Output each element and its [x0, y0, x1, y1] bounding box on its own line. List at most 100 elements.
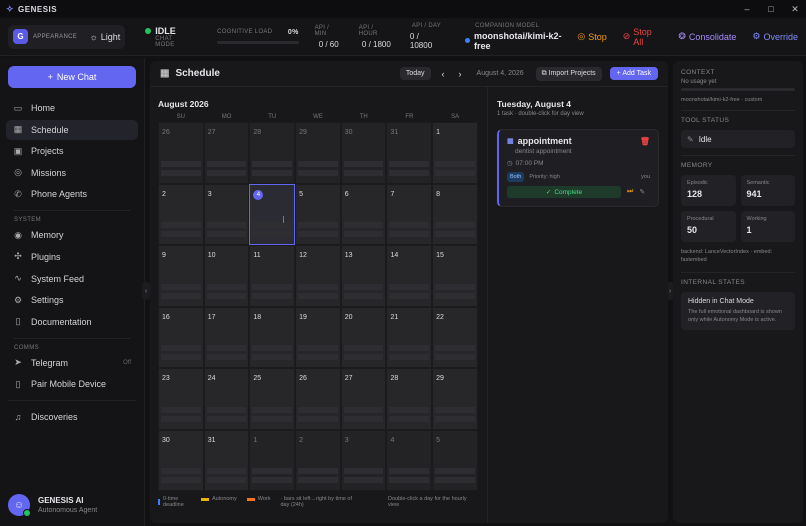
next-month-button[interactable]: › [456, 69, 465, 79]
calendar-day-cell[interactable]: 25 [249, 368, 296, 430]
calendar-day-cell[interactable]: 30 [340, 122, 387, 184]
sidebar-item-telegram[interactable]: ➤ Telegram Off [6, 353, 138, 373]
companion-model[interactable]: COMPANION MODEL moonshotai/kimi-k2-free [465, 23, 577, 51]
stop-button[interactable]: ◎ Stop [577, 27, 606, 47]
prev-month-button[interactable]: ‹ [439, 69, 448, 79]
time-band [298, 406, 338, 413]
stop-all-button[interactable]: ⊘ Stop All [623, 27, 663, 47]
time-band [343, 292, 384, 299]
override-icon: ⚙ [752, 31, 761, 41]
divider [681, 271, 795, 273]
edit-icon[interactable]: ✎ [639, 188, 645, 196]
calendar-day-cell[interactable]: 3 [340, 429, 387, 491]
calendar-day-cell[interactable]: 5 [432, 429, 478, 491]
sidebar-item-discoveries[interactable]: ♫ Discoveries [6, 407, 138, 427]
task-card[interactable]: ▦ appointment 🗑 dentist appointment ◷ 07… [497, 129, 659, 207]
calendar-day-cell[interactable]: 11 [249, 245, 296, 307]
calendar-day-cell[interactable]: 28 [249, 122, 296, 184]
sidebar-item-missions[interactable]: ◎ Missions [6, 163, 138, 183]
appearance-toggle[interactable]: G APPEARANCE ☼ Light [8, 24, 126, 49]
calendar-day-cell[interactable]: 29 [295, 122, 341, 184]
calendar-day-cell[interactable]: 19 [295, 306, 341, 368]
calendar-day-cell[interactable]: 4 [249, 183, 296, 245]
calendar-day-cell[interactable]: 13 [340, 245, 387, 307]
calendar-day-cell[interactable]: 15 [432, 245, 478, 307]
sidebar-item-phone-agents[interactable]: ✆ Phone Agents [6, 184, 138, 204]
sidebar-item-schedule[interactable]: ▦ Schedule [6, 119, 138, 140]
calendar-day-cell[interactable]: 1 [432, 122, 478, 184]
calendar-grid: 26 27 28 29 30 31 1 2 3 4 5 6 7 8 9 10 11 12 13 14 15 16 17 18 1… [158, 122, 478, 491]
calendar-day-cell[interactable]: 9 [158, 245, 204, 307]
calendar-day-cell[interactable]: 6 [340, 183, 387, 245]
calendar-day-cell[interactable]: 2 [158, 183, 204, 245]
calendar-day-cell[interactable]: 8 [432, 183, 478, 245]
calendar-day-cell[interactable]: 4 [386, 429, 433, 491]
calendar-day-cell[interactable]: 30 [158, 429, 204, 491]
calendar-icon: ▦ [160, 68, 170, 79]
time-band [298, 415, 338, 422]
time-band [343, 283, 384, 290]
calendar-day-cell[interactable]: 18 [249, 306, 296, 368]
calendar-day-cell[interactable]: 31 [386, 122, 433, 184]
maximize-icon[interactable]: □ [766, 4, 776, 15]
sidebar-item-settings[interactable]: ⚙ Settings [6, 290, 138, 310]
calendar-day-cell[interactable]: 21 [386, 306, 433, 368]
wrench-icon: ✎ [687, 134, 694, 144]
time-band [206, 169, 247, 176]
calendar-day-cell[interactable]: 23 [158, 368, 204, 430]
calendar-day-cell[interactable]: 26 [158, 122, 204, 184]
sidebar-item-memory[interactable]: ◉ Memory [6, 225, 138, 245]
sidebar-item-pair-mobile[interactable]: ▯ Pair Mobile Device [6, 374, 138, 394]
calendar-day-cell[interactable]: 7 [386, 183, 433, 245]
calendar-day-cell[interactable]: 17 [203, 306, 250, 368]
appearance-mode[interactable]: ☼ Light [90, 32, 121, 42]
minimize-icon[interactable]: – [742, 4, 752, 15]
calendar-day-cell[interactable]: 26 [295, 368, 341, 430]
calendar-icon: ▦ [13, 124, 23, 135]
sidebar-item-home[interactable]: ▭ Home [6, 98, 138, 118]
sidebar-item-projects[interactable]: ▣ Projects [6, 141, 138, 161]
context-bar [681, 88, 795, 91]
calendar-day-cell[interactable]: 20 [340, 306, 387, 368]
time-band [343, 468, 384, 474]
override-button[interactable]: ⚙ Override [752, 27, 798, 47]
calendar-day-cell[interactable]: 31 [203, 429, 250, 491]
add-task-label: Add Task [622, 70, 651, 77]
calendar-day-cell[interactable]: 27 [340, 368, 387, 430]
calendar-day-cell[interactable]: 5 [295, 183, 341, 245]
add-task-button[interactable]: + Add Task [609, 67, 658, 80]
agent-profile[interactable]: ☺ GENESIS AI Autonomous Agent [8, 494, 97, 517]
calendar-day-cell[interactable]: 29 [432, 368, 478, 430]
time-band [252, 354, 293, 360]
calendar-day-cell[interactable]: 1 [249, 429, 296, 491]
sidebar-item-label: Settings [31, 295, 64, 306]
today-button[interactable]: Today [399, 67, 431, 80]
calendar-day-cell[interactable]: 2 [295, 429, 341, 491]
close-icon[interactable]: ✕ [790, 4, 800, 15]
calendar-day-cell[interactable]: 10 [203, 245, 250, 307]
legend-deadline: 0-time deadline [158, 496, 191, 508]
sidebar-item-documentation[interactable]: ▯ Documentation [6, 312, 138, 332]
calendar-day-cell[interactable]: 22 [432, 306, 478, 368]
complete-button[interactable]: ✓ Complete [507, 186, 621, 198]
trash-icon[interactable]: 🗑 [640, 137, 650, 146]
task-priority: Priority: high [529, 174, 560, 180]
skip-icon[interactable]: ⏭ [627, 188, 633, 196]
new-chat-button[interactable]: + New Chat [8, 66, 136, 88]
calendar-day-cell[interactable]: 24 [203, 368, 250, 430]
calendar-day-cell[interactable]: 28 [386, 368, 433, 430]
calendar-day-cell[interactable]: 3 [203, 183, 250, 245]
time-band [161, 169, 201, 176]
collapse-sidebar-button[interactable]: ‹ [142, 282, 150, 300]
calendar-day-cell[interactable]: 27 [203, 122, 250, 184]
calendar-day-cell[interactable]: 14 [386, 245, 433, 307]
sidebar-item-system-feed[interactable]: ∿ System Feed [6, 269, 138, 289]
sidebar-item-plugins[interactable]: ✣ Plugins [6, 247, 138, 267]
day-number: 31 [207, 436, 216, 444]
internal-states-card: Hidden in Chat Mode The full emotional d… [681, 291, 795, 330]
calendar-day-cell[interactable]: 12 [295, 245, 341, 307]
time-band [298, 222, 338, 228]
consolidate-button[interactable]: ❂ Consolidate [678, 27, 736, 47]
import-projects-button[interactable]: ⧉ Import Projects [535, 66, 602, 81]
calendar-day-cell[interactable]: 16 [158, 306, 204, 368]
